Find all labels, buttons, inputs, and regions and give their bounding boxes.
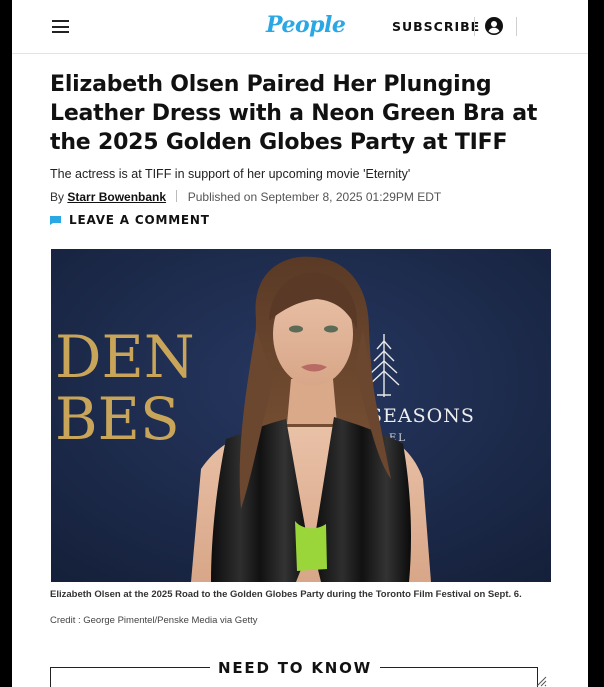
- hero-image[interactable]: DEN BES SEASONS EL: [51, 249, 551, 582]
- leave-comment-link[interactable]: LEAVE A COMMENT: [50, 212, 210, 228]
- subscribe-button[interactable]: SUBSCRIBE: [392, 19, 480, 35]
- byline: By Starr Bowenbank Published on Septembe…: [50, 189, 570, 205]
- byline-divider: [176, 190, 178, 202]
- article-page: People SUBSCRIBE Elizabeth Olsen Paired …: [12, 0, 588, 687]
- site-logo[interactable]: People: [266, 11, 346, 39]
- byline-prefix: By: [50, 190, 65, 204]
- backdrop-text: SEASONS: [369, 405, 475, 427]
- user-account-icon[interactable]: [485, 17, 503, 35]
- author-link[interactable]: Starr Bowenbank: [67, 190, 166, 204]
- resize-grip-icon[interactable]: [536, 676, 547, 687]
- hamburger-menu-icon[interactable]: [52, 20, 69, 33]
- image-caption: Elizabeth Olsen at the 2025 Road to the …: [50, 589, 522, 600]
- header-divider: [516, 17, 517, 36]
- hero-photo: DEN BES SEASONS EL: [51, 249, 551, 582]
- backdrop-text: BES: [55, 385, 180, 453]
- site-header: People SUBSCRIBE: [12, 0, 588, 54]
- scrollbar-track[interactable]: [588, 0, 604, 687]
- comment-icon: [50, 215, 61, 225]
- publish-date: Published on September 8, 2025 01:29PM E…: [187, 190, 442, 204]
- image-credit: Credit : George Pimentel/Penske Media vi…: [50, 615, 258, 626]
- article-headline: Elizabeth Olsen Paired Her Plunging Leat…: [50, 72, 538, 155]
- header-divider: [474, 17, 475, 36]
- need-to-know-heading: NEED TO KNOW: [210, 658, 380, 678]
- leave-comment-label: LEAVE A COMMENT: [69, 213, 210, 227]
- backdrop-text: DEN: [55, 323, 195, 391]
- article-subheading: The actress is at TIFF in support of her…: [50, 167, 411, 181]
